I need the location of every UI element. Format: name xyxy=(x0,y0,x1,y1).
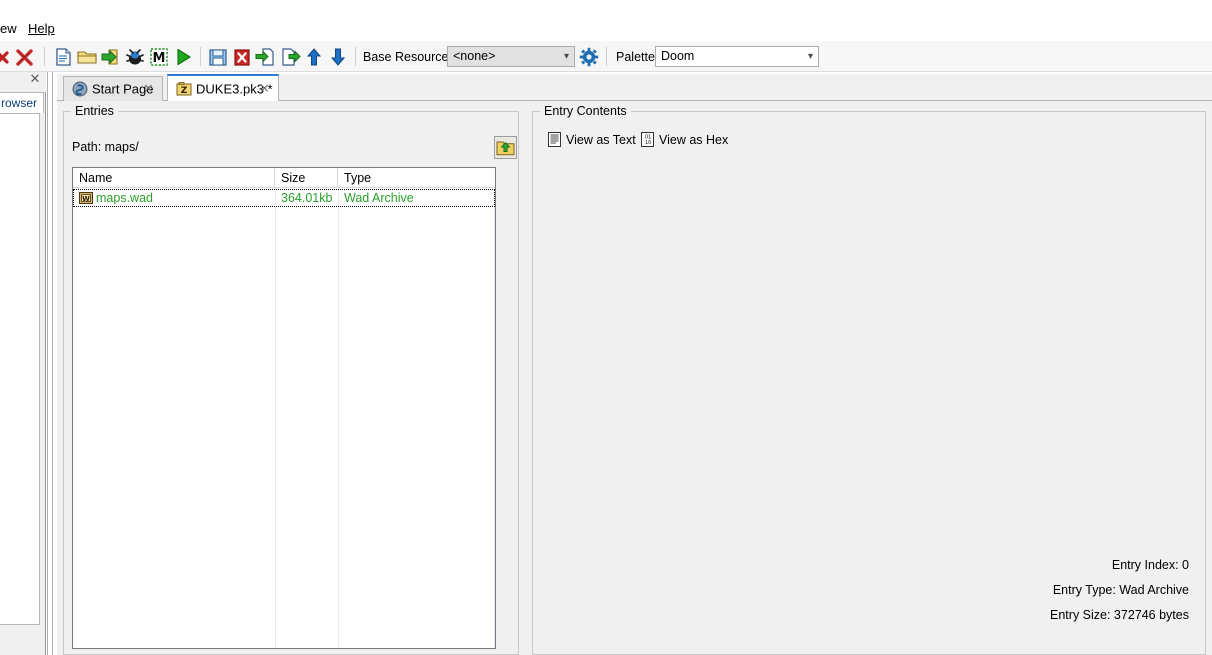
toolbar-separator-2 xyxy=(200,47,201,66)
base-resource-select[interactable]: <none> ▾ xyxy=(447,46,575,67)
window-titlebar-strip xyxy=(0,0,1212,18)
import-entry-icon[interactable] xyxy=(255,46,277,68)
close-entry-icon[interactable] xyxy=(231,46,253,68)
move-down-icon[interactable] xyxy=(327,46,349,68)
gear-icon[interactable] xyxy=(578,46,600,68)
entry-index-info: Entry Index: 0 xyxy=(1111,558,1189,572)
maps-icon[interactable] xyxy=(124,46,146,68)
menubar: ew Help xyxy=(0,18,1212,40)
menu-item-help-label: Help xyxy=(28,21,55,36)
toolbar: M Base Resource: <none> ▾ Palette: Doom … xyxy=(0,41,1212,72)
wad-archive-icon: W xyxy=(79,191,93,205)
folder-up-icon xyxy=(495,141,516,161)
close-icon[interactable]: ✕ xyxy=(258,82,271,95)
menu-item-help[interactable]: Help xyxy=(24,20,59,38)
archive-tab-strip: Start Page ✕ Z DUKE3.pk3 * ✕ xyxy=(57,74,1212,101)
column-divider-2 xyxy=(338,188,339,648)
svg-text:10: 10 xyxy=(645,140,651,146)
column-header-name[interactable]: Name xyxy=(73,168,275,188)
slade-main-window: ew Help M Base Resource: <none> ▾ Palett… xyxy=(0,0,1212,655)
svg-text:W: W xyxy=(82,195,90,203)
text-view-icon xyxy=(547,132,563,148)
entry-contents-panel-title: Entry Contents xyxy=(540,104,631,118)
move-up-icon[interactable] xyxy=(303,46,325,68)
new-archive-icon[interactable] xyxy=(52,46,74,68)
export-entry-icon[interactable] xyxy=(279,46,301,68)
base-resource-value: <none> xyxy=(453,49,496,63)
svg-text:M: M xyxy=(153,51,166,66)
palette-select[interactable]: Doom ▾ xyxy=(655,46,819,67)
menu-item-view-label: ew xyxy=(0,21,17,36)
chevron-down-icon: ▾ xyxy=(807,51,813,62)
save-archive-icon[interactable] xyxy=(207,46,229,68)
chevron-down-icon: ▾ xyxy=(563,51,569,62)
entries-list-header: Name Size Type xyxy=(73,168,495,188)
toolbar-separator-1 xyxy=(44,47,45,66)
column-divider-1 xyxy=(275,188,276,648)
svg-text:Z: Z xyxy=(181,86,188,96)
app-root: ✕ rowser h Duke4D Program ew Help xyxy=(0,0,1212,655)
zip-archive-icon: Z xyxy=(176,81,192,97)
view-as-text-label: View as Text xyxy=(566,133,636,147)
hex-view-icon: 01 10 xyxy=(640,132,656,148)
tab-start-page[interactable]: Start Page ✕ xyxy=(63,76,163,101)
menu-item-view[interactable]: ew xyxy=(0,20,21,38)
entries-list[interactable]: Name Size Type W maps.wad 364.01kb Wad A… xyxy=(72,167,496,649)
view-as-hex-label: View as Hex xyxy=(659,133,729,147)
run-archive-icon[interactable] xyxy=(172,46,194,68)
entries-panel: Entries Path: maps/ Name Size Type W map… xyxy=(63,104,519,655)
view-as-text-button[interactable]: View as Text xyxy=(547,131,647,151)
view-as-hex-button[interactable]: 01 10 View as Hex xyxy=(640,131,736,151)
entry-type: Wad Archive xyxy=(344,191,414,205)
toolbar-separator-3 xyxy=(355,47,356,66)
close-archive-icon[interactable] xyxy=(14,46,36,68)
go-up-directory-button[interactable] xyxy=(494,136,517,159)
entries-path-label: Path: maps/ xyxy=(72,140,139,154)
palette-value: Doom xyxy=(661,49,695,63)
entries-panel-title: Entries xyxy=(71,104,118,118)
content-area: Entries Path: maps/ Name Size Type W map… xyxy=(57,101,1212,655)
base-resource-label: Base Resource: xyxy=(363,50,452,64)
slade-logo-icon xyxy=(72,81,88,97)
map-editor-icon[interactable]: M xyxy=(148,46,170,68)
close-icon[interactable]: ✕ xyxy=(142,82,155,96)
table-row[interactable]: W maps.wad 364.01kb Wad Archive xyxy=(73,189,495,207)
tab-duke3-pk3[interactable]: Z DUKE3.pk3 * ✕ xyxy=(167,74,279,101)
palette-label: Palette: xyxy=(616,50,659,64)
column-divider-3 xyxy=(494,188,495,648)
entry-type-info: Entry Type: Wad Archive xyxy=(1052,583,1189,597)
column-header-type[interactable]: Type xyxy=(338,168,495,188)
toolbar-separator-4 xyxy=(606,47,607,66)
open-in-folder-icon[interactable] xyxy=(100,46,122,68)
entry-size-info: Entry Size: 372746 bytes xyxy=(1050,608,1189,622)
open-archive-icon[interactable] xyxy=(76,46,98,68)
entry-contents-panel: Entry Contents View as Text 01 10 View a… xyxy=(532,104,1206,655)
entry-size: 364.01kb xyxy=(281,191,333,205)
column-header-size[interactable]: Size xyxy=(275,168,338,188)
entry-name: maps.wad xyxy=(96,191,153,205)
